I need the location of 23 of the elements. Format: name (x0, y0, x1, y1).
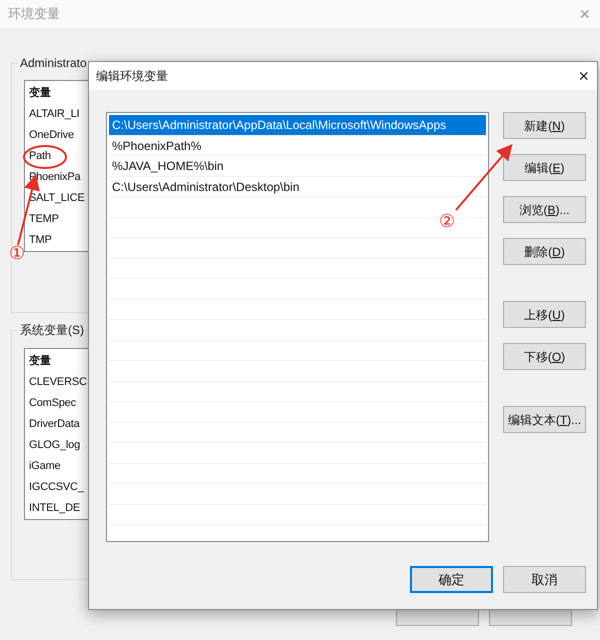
action-button[interactable]: 新建(N) (503, 112, 586, 139)
column-header: 变量 (28, 354, 52, 369)
action-button[interactable]: 上移(U) (503, 301, 586, 328)
step-number: ① (9, 244, 25, 262)
action-button[interactable]: 浏览(B)... (503, 196, 586, 223)
annotation-arrow (455, 144, 513, 211)
dialog-button[interactable]: 确定 (410, 566, 493, 593)
highlight-ellipse (23, 145, 67, 169)
path-item[interactable]: %PhoenixPath% (109, 136, 486, 156)
action-button[interactable]: 删除(D) (503, 238, 586, 265)
path-item[interactable]: %JAVA_HOME%\bin (109, 156, 486, 176)
window-title: 环境变量 (8, 5, 60, 24)
action-button[interactable]: 编辑(E) (503, 154, 586, 181)
close-button[interactable]: × (578, 67, 589, 85)
action-button[interactable]: 编辑文本(T)... (503, 406, 586, 433)
group-label: 系统变量(S) (18, 323, 86, 337)
path-item[interactable]: C:\Users\Administrator\AppData\Local\Microsoft\WindowsApps (109, 115, 486, 136)
column-header: 变量 (28, 86, 52, 101)
action-button[interactable]: 下移(O) (503, 343, 586, 370)
path-item[interactable]: C:\Users\Administrator\Desktop\bin (109, 176, 486, 197)
dialog-button[interactable]: 取消 (503, 566, 586, 593)
step-number: ② (439, 212, 455, 230)
group-label: Administrato (18, 56, 89, 70)
